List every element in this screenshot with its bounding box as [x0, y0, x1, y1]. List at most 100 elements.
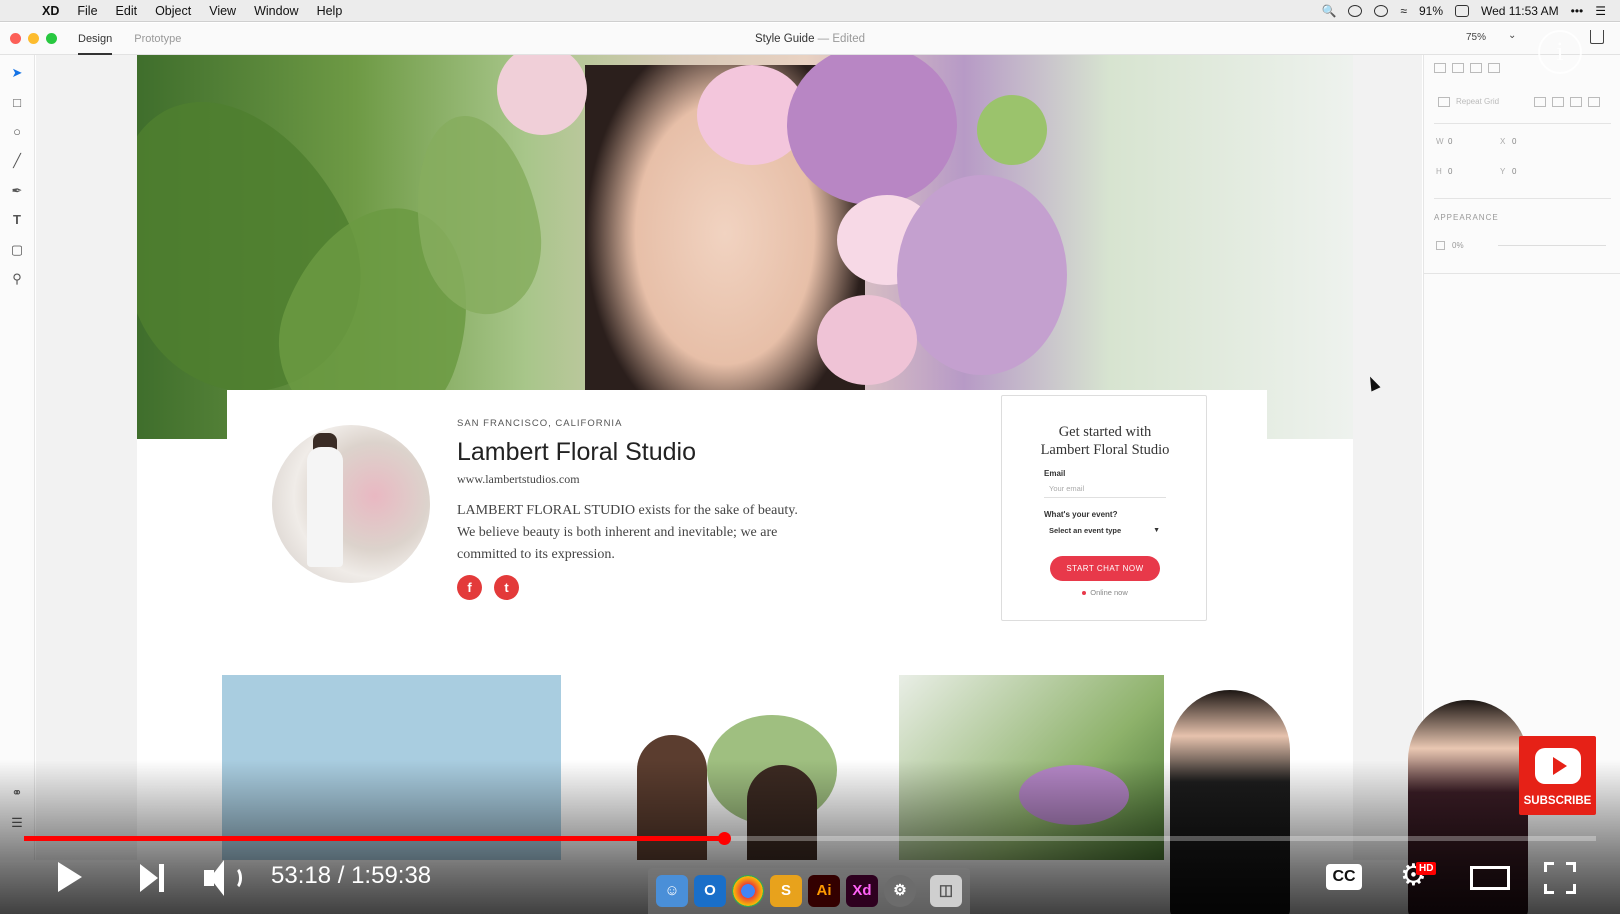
form-title-line1: Get started with [1058, 424, 1152, 440]
next-icon[interactable] [140, 864, 166, 892]
ellipse-tool-icon[interactable]: ○ [9, 124, 25, 140]
menu-view[interactable]: View [209, 4, 236, 18]
online-text: Online now [1090, 588, 1128, 597]
boolean-controls [1534, 97, 1600, 107]
studio-url[interactable]: www.lambertstudios.com [457, 472, 580, 487]
hd-badge: HD [1416, 862, 1437, 875]
battery-percent: 91% [1418, 4, 1444, 18]
align-middle-icon[interactable] [1452, 63, 1464, 73]
xd-titlebar: Design Prototype Style Guide — Edited 75… [0, 23, 1620, 55]
subscribe-button[interactable]: SUBSCRIBE [1519, 736, 1596, 815]
zoom-tool-icon[interactable]: ⚲ [9, 271, 25, 287]
pen-tool-icon[interactable]: ✒ [9, 183, 25, 199]
studio-description: LAMBERT FLORAL STUDIO exists for the sak… [457, 503, 798, 562]
form-title-line2: Lambert Floral Studio [1040, 442, 1170, 458]
artboard-tool-icon[interactable]: ▢ [9, 242, 25, 258]
info-icon[interactable]: i [1538, 30, 1582, 74]
macos-dock: ☺ O S Ai Xd ⚙ ◫ [648, 868, 970, 914]
outlook-icon[interactable]: O [694, 875, 726, 907]
opacity-slider[interactable] [1498, 245, 1606, 246]
align-top-icon[interactable] [1434, 63, 1446, 73]
x-label: X [1500, 137, 1506, 146]
captions-button[interactable]: CC [1326, 864, 1362, 890]
more-icon[interactable]: ••• [1571, 4, 1584, 18]
line-tool-icon[interactable]: ╱ [9, 153, 25, 169]
doc-name: Style Guide [755, 33, 815, 45]
xd-icon[interactable]: Xd [846, 875, 878, 907]
scrubber-handle[interactable] [717, 832, 731, 845]
tools-toolbar: ➤ □ ○ ╱ ✒ T ▢ ⚲ ⚭ ☰ [0, 55, 35, 860]
zoom-level[interactable]: 75% [1466, 32, 1486, 43]
progress-played [24, 836, 724, 841]
intersect-icon[interactable] [1570, 97, 1582, 107]
studio-name: Lambert Floral Studio [457, 438, 697, 466]
text-tool-icon[interactable]: T [9, 212, 25, 228]
doc-status: Edited [832, 33, 865, 45]
caret-down-icon: ▼ [1153, 527, 1160, 534]
progress-bar[interactable] [24, 832, 1596, 845]
spotlight-icon[interactable]: 🔍 [1321, 4, 1336, 18]
repeat-grid-row: Repeat Grid [1438, 97, 1499, 107]
start-chat-button[interactable]: START CHAT NOW [1050, 556, 1160, 581]
system-preferences-icon[interactable]: ⚙ [884, 875, 916, 907]
clock[interactable]: Wed 11:53 AM [1481, 4, 1559, 18]
chrome-icon[interactable] [732, 875, 764, 907]
chevron-down-icon[interactable]: ⌄ [1508, 30, 1516, 41]
battery-icon[interactable] [1455, 5, 1470, 17]
doc-separator: — [817, 33, 830, 45]
appearance-heading: APPEARANCE [1434, 213, 1499, 222]
sketch-icon[interactable]: S [770, 875, 802, 907]
distribute-icon[interactable] [1488, 63, 1500, 73]
notification-center-icon[interactable]: ☰ [1595, 4, 1606, 18]
online-dot-icon [1082, 591, 1087, 596]
trash-icon[interactable]: ◫ [930, 875, 962, 907]
menubar-status-area: 🔍 ≈ 91% Wed 11:53 AM ••• ☰ [1321, 0, 1606, 22]
volume-icon[interactable] [204, 860, 244, 896]
select-tool-icon[interactable]: ➤ [9, 65, 25, 81]
form-title: Get started with Lambert Floral Studio [1002, 423, 1208, 459]
menu-window[interactable]: Window [254, 4, 298, 18]
x-field[interactable]: 0 [1512, 137, 1516, 146]
menu-app-name[interactable]: XD [42, 4, 59, 18]
fullscreen-icon[interactable] [1544, 862, 1576, 894]
width-label: W [1436, 137, 1444, 146]
time-display: 53:18 / 1:59:38 [271, 862, 431, 890]
macos-menubar: XD File Edit Object View Window Help 🔍 ≈… [0, 0, 1620, 22]
event-type-select[interactable]: Select an event type ▼ [1044, 522, 1162, 540]
align-bottom-icon[interactable] [1470, 63, 1482, 73]
y-label: Y [1500, 167, 1506, 176]
repeat-grid-button[interactable]: Repeat Grid [1456, 97, 1499, 107]
email-field[interactable]: Your email [1044, 480, 1166, 498]
menu-help[interactable]: Help [317, 4, 343, 18]
email-label: Email [1044, 469, 1066, 478]
y-field[interactable]: 0 [1512, 167, 1516, 176]
wifi-icon[interactable]: ≈ [1400, 4, 1407, 18]
height-label: H [1436, 167, 1442, 176]
width-field[interactable]: 0 [1448, 137, 1452, 146]
document-title: Style Guide — Edited [0, 23, 1620, 55]
online-status: Online now [1002, 588, 1208, 597]
align-controls [1434, 63, 1500, 73]
illustrator-icon[interactable]: Ai [808, 875, 840, 907]
event-select-value: Select an event type [1049, 526, 1122, 535]
contact-form-card: Get started with Lambert Floral Studio E… [1001, 395, 1207, 621]
rectangle-tool-icon[interactable]: □ [9, 95, 25, 111]
cloud-icon[interactable] [1374, 5, 1389, 17]
repeat-grid-icon[interactable] [1438, 97, 1450, 107]
profile-avatar [272, 425, 430, 583]
opacity-field[interactable]: 0% [1452, 241, 1464, 250]
subtract-icon[interactable] [1552, 97, 1564, 107]
theater-mode-icon[interactable] [1470, 866, 1510, 890]
add-icon[interactable] [1534, 97, 1546, 107]
menu-file[interactable]: File [77, 4, 97, 18]
exclude-icon[interactable] [1588, 97, 1600, 107]
menu-edit[interactable]: Edit [116, 4, 138, 18]
creative-cloud-icon[interactable] [1348, 5, 1363, 17]
finder-icon[interactable]: ☺ [656, 875, 688, 907]
menu-object[interactable]: Object [155, 4, 191, 18]
play-icon[interactable] [58, 862, 82, 892]
facebook-icon[interactable]: f [457, 575, 482, 600]
twitter-icon[interactable]: t [494, 575, 519, 600]
height-field[interactable]: 0 [1448, 167, 1452, 176]
share-icon[interactable] [1590, 30, 1604, 44]
